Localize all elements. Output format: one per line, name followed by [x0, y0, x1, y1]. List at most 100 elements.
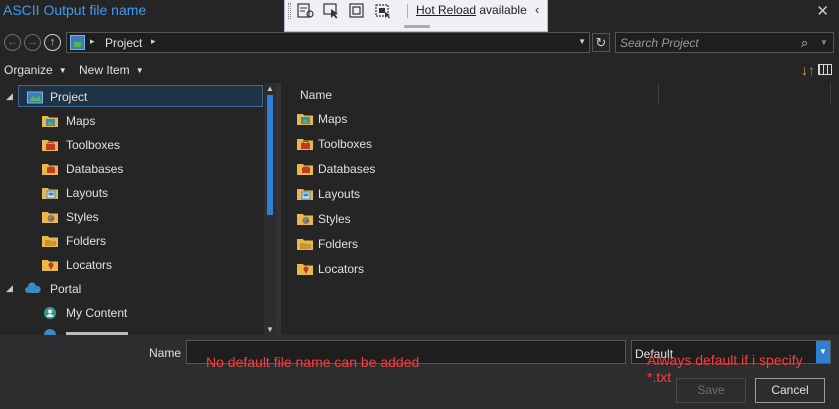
breadcrumb-separator-icon[interactable]: ▸ — [90, 36, 95, 47]
search-icon[interactable]: ⌕ — [801, 35, 808, 51]
tree-item-label: Toolboxes — [66, 138, 121, 152]
chevron-down-icon[interactable]: ▼ — [816, 341, 830, 363]
column-header-name[interactable]: Name — [300, 88, 332, 102]
databases-folder-icon — [42, 164, 58, 175]
display-layout-adorners-icon[interactable] — [348, 3, 366, 19]
view-mode-icon[interactable] — [818, 64, 832, 75]
tree-item-folders[interactable]: Folders — [0, 230, 264, 252]
up-arrow-icon[interactable]: ↑ — [44, 34, 61, 51]
hot-reload-toolbar: Hot Reload available ‹ — [284, 0, 548, 32]
navigation-bar: ← → ↑ ▸ Project ▸ ▼ ↻ ⌕ ▼ — [0, 32, 839, 54]
file-list: Name Maps Toolboxes Databases Layouts St… — [281, 83, 839, 335]
navigation-tree: Project ◢ Maps Toolboxes Databases Layou… — [0, 83, 276, 335]
scrollbar-thumb[interactable] — [267, 95, 273, 215]
list-item-label: Maps — [318, 112, 348, 126]
collapse-tree-icon[interactable]: ◢ — [6, 91, 13, 102]
list-item[interactable]: Toolboxes — [297, 133, 597, 155]
tree-item-label: Folders — [66, 234, 107, 248]
annotation-type-note-line2: *.txt — [647, 369, 672, 385]
tree-item-my-content[interactable]: My Content — [0, 302, 264, 324]
tree-item-label: Maps — [66, 114, 96, 128]
inspect-app-icon[interactable] — [297, 3, 315, 19]
track-focused-element-icon[interactable] — [374, 3, 392, 19]
back-arrow-icon[interactable]: ← — [4, 34, 21, 51]
drag-grip-icon[interactable] — [288, 3, 291, 19]
tree-item-toolboxes[interactable]: Toolboxes — [0, 134, 264, 156]
close-icon[interactable]: ✕ — [816, 2, 829, 20]
scroll-up-icon[interactable]: ▲ — [266, 84, 274, 93]
list-item-label: Locators — [318, 262, 365, 276]
tree-item-layouts[interactable]: Layouts — [0, 182, 264, 204]
tree-item-label: Locators — [66, 258, 113, 272]
search-box[interactable]: ⌕ ▼ — [615, 32, 834, 53]
address-dropdown-icon[interactable]: ▼ — [578, 37, 586, 46]
tree-item-label: Databases — [66, 162, 124, 176]
breadcrumb-project[interactable]: Project — [105, 36, 142, 50]
list-item[interactable]: Databases — [297, 158, 597, 180]
list-item[interactable]: Styles — [297, 208, 597, 230]
tree-item-label: Portal — [50, 282, 82, 296]
organize-button[interactable]: Organize ▼ — [4, 63, 67, 77]
collapse-chevron-icon[interactable]: ‹ — [535, 2, 539, 17]
command-toolbar: Organize ▼ New Item ▼ ↓↑ — [0, 60, 839, 80]
list-item-label: Databases — [318, 162, 376, 176]
save-button[interactable]: Save — [676, 378, 746, 403]
locators-folder-icon — [297, 264, 313, 275]
chevron-down-icon: ▼ — [135, 66, 144, 75]
maps-folder-icon — [42, 116, 58, 127]
tree-item-portal[interactable]: Portal — [0, 278, 264, 300]
databases-folder-icon — [297, 164, 313, 175]
refresh-icon[interactable]: ↻ — [592, 33, 610, 52]
search-input[interactable] — [620, 35, 800, 51]
new-item-label: New Item — [79, 63, 130, 77]
list-item[interactable]: Maps — [297, 108, 597, 130]
scroll-down-icon[interactable]: ▼ — [266, 325, 274, 334]
styles-folder-icon — [42, 212, 58, 223]
tree-item-label: My Content — [66, 306, 128, 320]
styles-folder-icon — [297, 214, 313, 225]
list-item[interactable]: Locators — [297, 258, 597, 280]
toolbar-drag-handle[interactable] — [404, 25, 430, 28]
folders-folder-icon — [297, 239, 313, 250]
search-dropdown-icon[interactable]: ▼ — [820, 38, 828, 47]
partially-visible-item-icon — [44, 329, 56, 335]
tree-item-databases[interactable]: Databases — [0, 158, 264, 180]
organize-label: Organize — [4, 63, 53, 77]
column-divider[interactable] — [830, 83, 831, 105]
list-item-label: Toolboxes — [318, 137, 373, 151]
tree-item-project[interactable]: Project — [18, 85, 263, 107]
tree-item-locators[interactable]: Locators — [0, 254, 264, 276]
project-icon — [70, 35, 85, 50]
list-item[interactable]: Folders — [297, 233, 597, 255]
tree-item-label: Project — [50, 90, 88, 104]
tree-scrollbar[interactable]: ▲ ▼ — [264, 83, 276, 335]
breadcrumb-separator-icon[interactable]: ▸ — [151, 36, 156, 47]
hot-reload-status: Hot Reload available — [416, 3, 527, 17]
tree-item-label: Styles — [66, 210, 99, 224]
toolboxes-folder-icon — [42, 140, 58, 151]
toolboxes-folder-icon — [297, 139, 313, 150]
new-item-button[interactable]: New Item ▼ — [79, 63, 144, 77]
tree-item-label: Layouts — [66, 186, 109, 200]
list-item-label: Styles — [318, 212, 351, 226]
folders-folder-icon — [42, 236, 58, 247]
maps-folder-icon — [297, 114, 313, 125]
annotation-type-note-line1: Always default if i specify — [647, 352, 803, 368]
address-bar[interactable]: ▸ Project ▸ ▼ — [66, 32, 590, 53]
list-item[interactable]: Layouts — [297, 183, 597, 205]
column-divider[interactable] — [658, 83, 659, 105]
layouts-folder-icon — [42, 188, 58, 199]
forward-arrow-icon[interactable]: → — [24, 34, 41, 51]
chevron-down-icon: ▼ — [58, 66, 67, 75]
locators-folder-icon — [42, 260, 58, 271]
select-element-icon[interactable] — [323, 3, 341, 19]
sort-icon[interactable]: ↓↑ — [801, 62, 815, 78]
hot-reload-link[interactable]: Hot Reload — [416, 3, 476, 17]
annotation-name-note: No default file name can be added — [206, 354, 420, 370]
toolbar-separator — [407, 4, 408, 18]
tree-item-styles[interactable]: Styles — [0, 206, 264, 228]
file-name-label: Name — [149, 346, 182, 360]
tree-item-maps[interactable]: Maps — [0, 110, 264, 132]
list-item-label: Folders — [318, 237, 359, 251]
cancel-button[interactable]: Cancel — [755, 378, 825, 403]
